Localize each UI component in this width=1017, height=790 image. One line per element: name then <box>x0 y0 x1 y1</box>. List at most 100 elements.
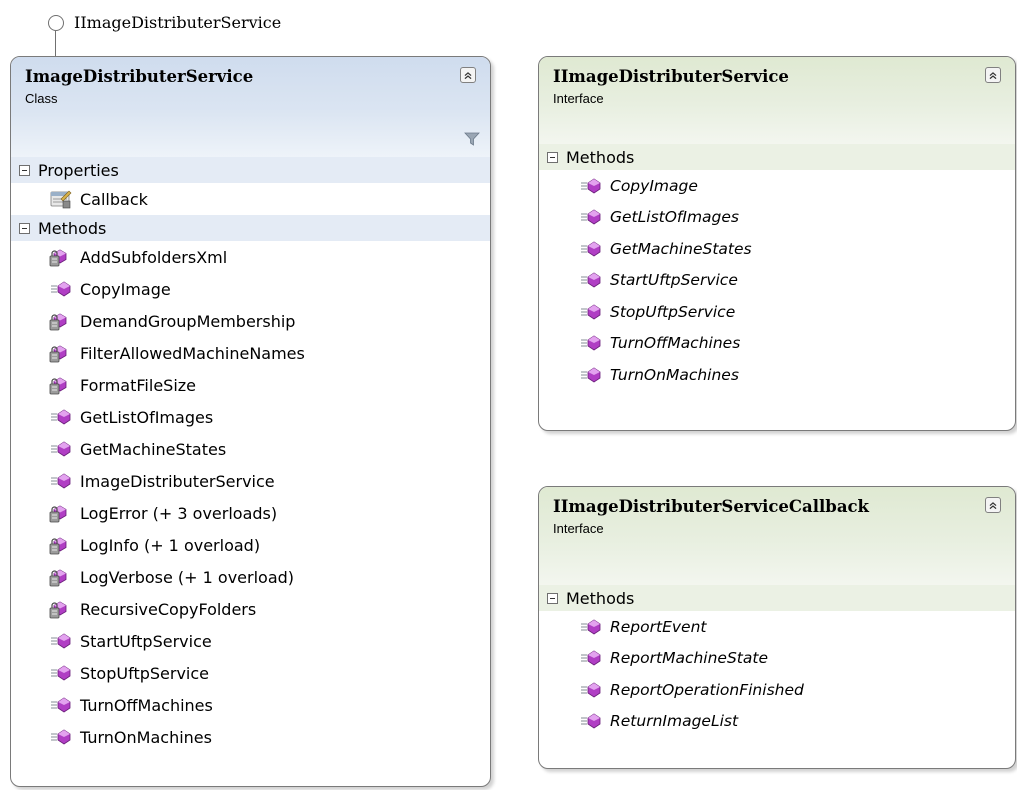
public-method-icon <box>49 407 73 427</box>
collapse-section-icon[interactable] <box>19 164 30 176</box>
method-row[interactable]: AddSubfoldersXml <box>11 241 490 273</box>
method-row-label: StartUftpService <box>610 271 738 290</box>
properties-section-header[interactable]: Properties <box>11 157 490 183</box>
method-row[interactable]: GetListOfImages <box>539 202 1015 234</box>
collapse-icon[interactable] <box>985 497 1001 513</box>
method-row[interactable]: TurnOnMachines <box>539 359 1015 391</box>
method-row[interactable]: CopyImage <box>11 273 490 305</box>
method-row[interactable]: GetListOfImages <box>11 401 490 433</box>
method-row-label: GetListOfImages <box>610 208 739 227</box>
method-row[interactable]: LogError (+ 3 overloads) <box>11 497 490 529</box>
method-row-label: ReportMachineState <box>610 649 768 668</box>
private-method-icon <box>49 567 73 587</box>
method-row[interactable]: ImageDistributerService <box>11 465 490 497</box>
collapse-section-icon[interactable] <box>547 151 558 163</box>
method-row-label: FormatFileSize <box>80 375 196 395</box>
method-row[interactable]: GetMachineStates <box>539 233 1015 265</box>
collapse-icon[interactable] <box>460 67 476 83</box>
callback-title: IImageDistributerServiceCallback <box>553 497 869 516</box>
method-row-label: LogVerbose (+ 1 overload) <box>80 567 295 587</box>
method-row[interactable]: LogInfo (+ 1 overload) <box>11 529 490 561</box>
method-row-label: StopUftpService <box>610 302 736 321</box>
method-row-label: ReportOperationFinished <box>610 680 804 699</box>
public-method-icon <box>49 663 73 683</box>
method-row[interactable]: StartUftpService <box>539 265 1015 297</box>
method-row-label: RecursiveCopyFolders <box>80 599 257 619</box>
interface-shape-header: IImageDistributerService Interface <box>539 57 1015 144</box>
methods-section-header[interactable]: Methods <box>539 585 1015 611</box>
callback-shape-header: IImageDistributerServiceCallback Interfa… <box>539 487 1015 585</box>
method-row[interactable]: FormatFileSize <box>11 369 490 401</box>
method-row-label: StartUftpService <box>80 631 212 651</box>
public-method-icon <box>579 711 603 731</box>
lollipop-label: IImageDistributerService <box>74 13 282 32</box>
method-row[interactable]: FilterAllowedMachineNames <box>11 337 490 369</box>
public-method-icon <box>579 333 603 353</box>
method-row[interactable]: TurnOffMachines <box>11 689 490 721</box>
method-row-label: CopyImage <box>610 176 698 195</box>
private-method-icon <box>49 535 73 555</box>
public-method-icon <box>579 176 603 196</box>
method-row-label: DemandGroupMembership <box>80 311 296 331</box>
method-row-label: GetMachineStates <box>610 239 752 258</box>
public-method-icon <box>49 727 73 747</box>
public-method-icon <box>49 471 73 491</box>
public-method-icon <box>579 365 603 385</box>
interface-shape-iimagedistributerservicecallback[interactable]: IImageDistributerServiceCallback Interfa… <box>538 486 1016 769</box>
interface-shape-iimagedistributerservice[interactable]: IImageDistributerService Interface Metho… <box>538 56 1016 431</box>
method-row[interactable]: ReportEvent <box>539 611 1015 643</box>
method-row-label: StopUftpService <box>80 663 209 683</box>
method-row[interactable]: TurnOnMachines <box>11 721 490 753</box>
method-row[interactable]: LogVerbose (+ 1 overload) <box>11 561 490 593</box>
interface-lollipop: IImageDistributerService <box>48 12 448 62</box>
method-row[interactable]: CopyImage <box>539 170 1015 202</box>
callback-kind: Interface <box>553 521 604 536</box>
public-method-icon <box>579 239 603 259</box>
method-row[interactable]: StopUftpService <box>11 657 490 689</box>
class-title: ImageDistributerService <box>25 67 254 86</box>
methods-section-header[interactable]: Methods <box>11 215 490 241</box>
interface-title: IImageDistributerService <box>553 67 789 86</box>
method-row-label: TurnOnMachines <box>610 365 739 384</box>
method-row-label: TurnOffMachines <box>80 695 213 715</box>
method-row[interactable]: ReportOperationFinished <box>539 674 1015 706</box>
private-method-icon <box>49 311 73 331</box>
class-shape-imagedistributerservice[interactable]: ImageDistributerService Class Properties… <box>10 56 491 787</box>
method-row-label: LogInfo (+ 1 overload) <box>80 535 261 555</box>
method-row[interactable]: ReportMachineState <box>539 643 1015 675</box>
method-row-label: GetMachineStates <box>80 439 227 459</box>
method-row[interactable]: DemandGroupMembership <box>11 305 490 337</box>
public-method-icon <box>579 617 603 637</box>
public-method-icon <box>579 302 603 322</box>
public-method-icon <box>49 695 73 715</box>
methods-section-header[interactable]: Methods <box>539 144 1015 170</box>
lollipop-stem <box>55 31 56 57</box>
class-kind: Class <box>25 91 58 106</box>
method-row-label: AddSubfoldersXml <box>80 247 228 267</box>
collapse-section-icon[interactable] <box>19 222 30 234</box>
method-row-label: GetListOfImages <box>80 407 214 427</box>
methods-header-label: Methods <box>566 147 635 167</box>
lollipop-circle <box>48 15 64 31</box>
methods-header-label: Methods <box>566 588 635 608</box>
methods-header-label: Methods <box>38 218 107 238</box>
method-row[interactable]: ReturnImageList <box>539 706 1015 738</box>
method-row-label: ImageDistributerService <box>80 471 275 491</box>
method-row[interactable]: GetMachineStates <box>11 433 490 465</box>
property-row-label: Callback <box>80 189 148 209</box>
method-row[interactable]: StopUftpService <box>539 296 1015 328</box>
filter-icon[interactable] <box>464 131 480 145</box>
collapse-icon[interactable] <box>985 67 1001 83</box>
private-method-icon <box>49 247 73 267</box>
method-row-label: CopyImage <box>80 279 171 299</box>
method-row[interactable]: TurnOffMachines <box>539 328 1015 360</box>
method-row-label: FilterAllowedMachineNames <box>80 343 305 363</box>
public-method-icon <box>579 207 603 227</box>
property-row[interactable]: Callback <box>11 183 490 215</box>
public-method-icon <box>49 439 73 459</box>
public-method-icon <box>579 680 603 700</box>
method-row[interactable]: StartUftpService <box>11 625 490 657</box>
collapse-section-icon[interactable] <box>547 592 558 604</box>
method-row[interactable]: RecursiveCopyFolders <box>11 593 490 625</box>
method-row-label: TurnOnMachines <box>80 727 212 747</box>
